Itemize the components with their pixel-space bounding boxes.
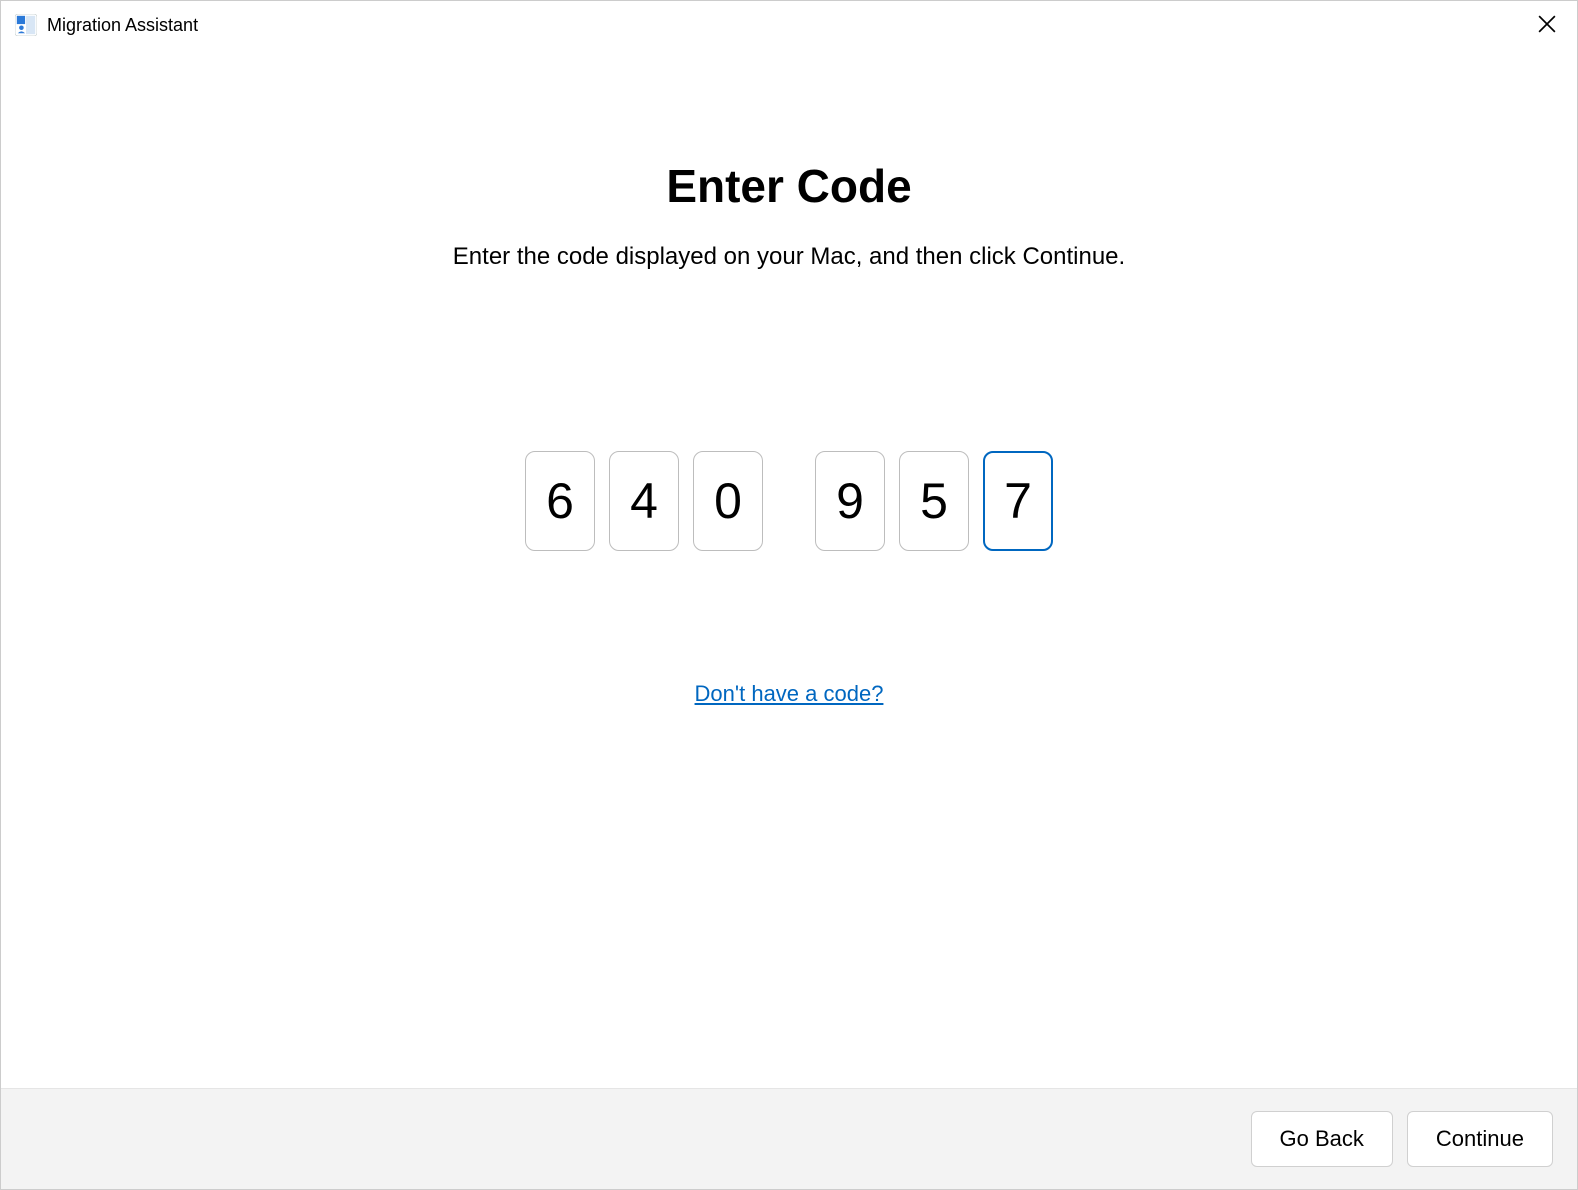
- titlebar: Migration Assistant: [1, 1, 1577, 49]
- code-digit-6[interactable]: [983, 451, 1053, 551]
- code-digit-2[interactable]: [609, 451, 679, 551]
- page-heading: Enter Code: [666, 159, 911, 213]
- close-button[interactable]: [1531, 9, 1563, 41]
- continue-button[interactable]: Continue: [1407, 1111, 1553, 1167]
- window: Migration Assistant Enter Code Enter the…: [0, 0, 1578, 1190]
- footer: Go Back Continue: [1, 1088, 1577, 1189]
- code-digit-3[interactable]: [693, 451, 763, 551]
- code-group-2: [815, 451, 1053, 551]
- no-code-link[interactable]: Don't have a code?: [695, 681, 884, 707]
- code-digit-4[interactable]: [815, 451, 885, 551]
- code-separator: [777, 451, 801, 551]
- code-input-row: [525, 451, 1053, 551]
- app-icon: [15, 14, 37, 36]
- close-icon: [1538, 15, 1556, 36]
- code-digit-5[interactable]: [899, 451, 969, 551]
- code-group-1: [525, 451, 763, 551]
- go-back-button[interactable]: Go Back: [1251, 1111, 1393, 1167]
- code-digit-1[interactable]: [525, 451, 595, 551]
- window-title: Migration Assistant: [47, 15, 1521, 36]
- content-area: Enter Code Enter the code displayed on y…: [1, 49, 1577, 1088]
- page-subtext: Enter the code displayed on your Mac, an…: [453, 243, 1125, 271]
